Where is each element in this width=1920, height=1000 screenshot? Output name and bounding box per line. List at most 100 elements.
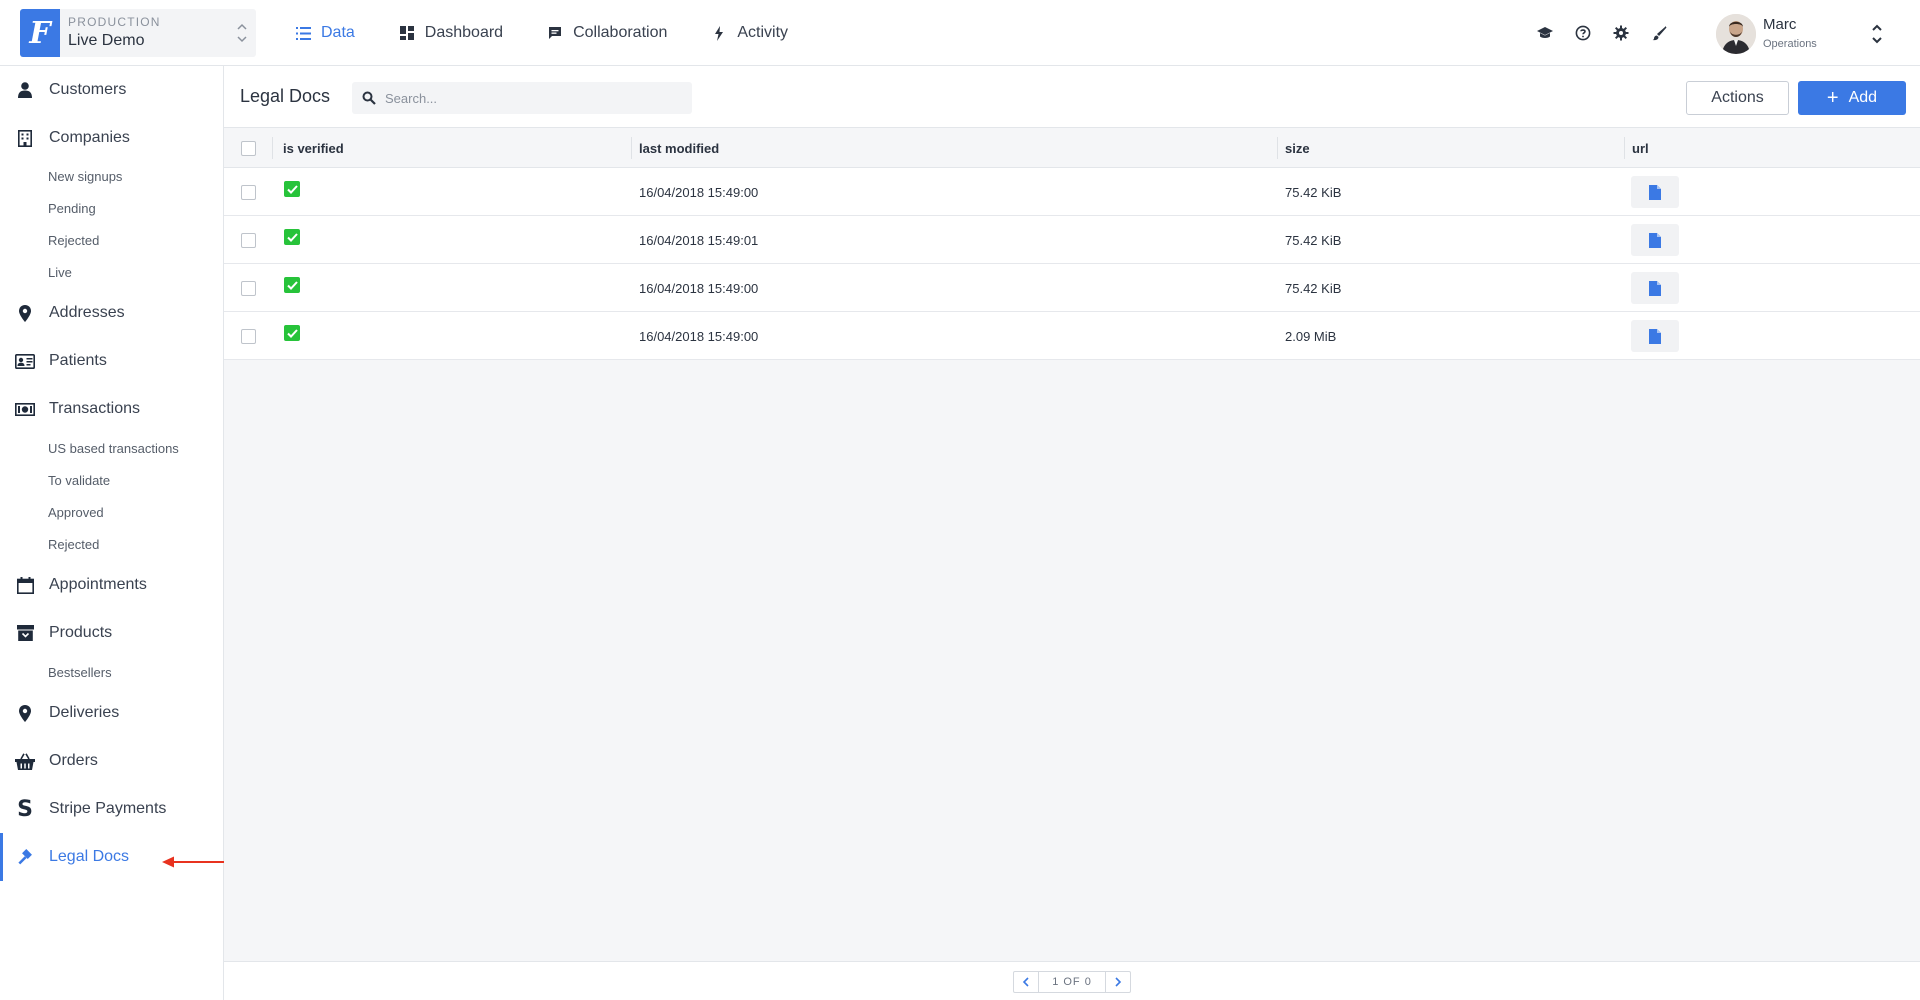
select-all-checkbox[interactable] xyxy=(241,140,256,156)
last-modified-cell: 16/04/2018 15:49:00 xyxy=(639,184,759,200)
next-page-button[interactable] xyxy=(1106,972,1130,992)
main-nav: Data Dashboard Collaboration Activity xyxy=(295,0,832,66)
file-link-button[interactable] xyxy=(1631,224,1679,256)
graduation-cap-icon[interactable] xyxy=(1535,23,1555,43)
column-divider xyxy=(272,137,273,159)
sidebar-subitem-approved[interactable]: Approved xyxy=(48,501,104,523)
size-cell: 2.09 MiB xyxy=(1285,328,1337,344)
file-link-button[interactable] xyxy=(1631,272,1679,304)
dashboard-icon xyxy=(399,25,415,41)
brush-icon[interactable] xyxy=(1649,23,1669,43)
nav-collaboration[interactable]: Collaboration xyxy=(547,0,667,66)
pagination-bar: 1 OF 0 xyxy=(224,961,1920,1000)
sidebar-item-orders[interactable]: Orders xyxy=(0,737,223,785)
chevron-left-icon xyxy=(1022,977,1029,987)
sidebar-subitem-rejected[interactable]: Rejected xyxy=(48,229,99,251)
sidebar-subitem-new-signups[interactable]: New signups xyxy=(48,165,122,187)
add-button[interactable]: + Add xyxy=(1798,81,1906,115)
url-cell xyxy=(1631,312,1679,360)
sidebar-item-label: Products xyxy=(49,624,113,641)
file-link-button[interactable] xyxy=(1631,320,1679,352)
is-verified-cell xyxy=(284,264,300,312)
sidebar-item-deliveries[interactable]: Deliveries xyxy=(0,689,223,737)
sidebar-item-transactions[interactable]: Transactions xyxy=(0,385,223,433)
column-header-last-modified[interactable]: last modified xyxy=(639,128,719,168)
checkmark-icon xyxy=(284,325,300,341)
table-row[interactable]: 16/04/2018 15:49:01 75.42 KiB xyxy=(224,216,1920,264)
page-title: Legal Docs xyxy=(240,86,331,106)
stripe-icon: S xyxy=(15,799,35,819)
document-icon xyxy=(1649,232,1661,248)
row-checkbox[interactable] xyxy=(241,280,256,296)
select-all-cell xyxy=(241,128,256,168)
sidebar-item-stripe-payments[interactable]: S Stripe Payments xyxy=(0,785,223,833)
page-indicator: 1 OF 0 xyxy=(1038,972,1106,992)
user-menu[interactable]: Marc Operations xyxy=(1716,12,1906,56)
row-checkbox[interactable] xyxy=(241,232,256,248)
search-input[interactable] xyxy=(385,82,685,114)
sidebar-item-customers[interactable]: Customers xyxy=(0,66,223,114)
plus-icon: + xyxy=(1826,87,1839,109)
nav-activity-label: Activity xyxy=(737,24,789,41)
document-icon xyxy=(1649,328,1661,344)
sidebar-item-label: Patients xyxy=(49,352,107,369)
calendar-icon xyxy=(15,575,35,595)
previous-page-button[interactable] xyxy=(1014,972,1038,992)
row-checkbox[interactable] xyxy=(241,328,256,344)
document-icon xyxy=(1649,184,1661,200)
sidebar-subitem-live[interactable]: Live xyxy=(48,261,72,283)
column-header-is-verified[interactable]: is verified xyxy=(283,128,344,168)
help-icon[interactable] xyxy=(1573,23,1593,43)
sidebar-item-label: Orders xyxy=(49,752,98,769)
user-role: Operations xyxy=(1763,38,1817,50)
row-checkbox[interactable] xyxy=(241,184,256,200)
sidebar-subitem-rejected[interactable]: Rejected xyxy=(48,533,99,555)
nav-data-label: Data xyxy=(321,24,355,41)
svg-text:S: S xyxy=(17,799,33,819)
map-pin-icon xyxy=(15,703,35,723)
chevron-up-down-icon xyxy=(237,23,247,43)
building-icon xyxy=(15,128,35,148)
checkmark-icon xyxy=(284,277,300,293)
sidebar-item-appointments[interactable]: Appointments xyxy=(0,561,223,609)
sidebar-subitem-pending[interactable]: Pending xyxy=(48,197,96,219)
table-row[interactable]: 16/04/2018 15:49:00 2.09 MiB xyxy=(224,312,1920,360)
file-link-button[interactable] xyxy=(1631,176,1679,208)
column-header-url[interactable]: url xyxy=(1632,128,1649,168)
nav-activity[interactable]: Activity xyxy=(711,0,788,66)
column-header-size[interactable]: size xyxy=(1285,128,1310,168)
is-verified-cell xyxy=(284,216,300,264)
size-cell: 75.42 KiB xyxy=(1285,280,1342,296)
nav-data[interactable]: Data xyxy=(295,0,355,66)
column-divider xyxy=(631,137,632,159)
table-row[interactable]: 16/04/2018 15:49:00 75.42 KiB xyxy=(224,168,1920,216)
sidebar-item-addresses[interactable]: Addresses xyxy=(0,289,223,337)
row-select-cell xyxy=(241,312,256,360)
project-name: Live Demo xyxy=(68,32,145,49)
sidebar-item-label: Transactions xyxy=(49,400,140,417)
document-icon xyxy=(1649,280,1661,296)
sidebar-item-patients[interactable]: Patients xyxy=(0,337,223,385)
project-switcher[interactable]: F PRODUCTION Live Demo xyxy=(20,9,256,57)
sidebar-item-label: Customers xyxy=(49,81,127,98)
app-logo: F xyxy=(20,9,60,57)
nav-dashboard[interactable]: Dashboard xyxy=(399,0,503,66)
sidebar-subitem-us-based-transactions[interactable]: US based transactions xyxy=(48,437,179,459)
url-cell xyxy=(1631,264,1679,312)
archive-icon xyxy=(15,623,35,643)
sidebar-subitem-to-validate[interactable]: To validate xyxy=(48,469,110,491)
records-table: is verified last modified size url 16/04… xyxy=(224,128,1920,360)
list-icon xyxy=(295,25,311,41)
gear-icon[interactable] xyxy=(1611,23,1631,43)
sidebar-item-label: Stripe Payments xyxy=(49,800,167,817)
sidebar-item-companies[interactable]: Companies xyxy=(0,114,223,162)
table-row[interactable]: 16/04/2018 15:49:00 75.42 KiB xyxy=(224,264,1920,312)
sidebar-subitem-bestsellers[interactable]: Bestsellers xyxy=(48,661,112,683)
sidebar-item-label: Deliveries xyxy=(49,704,120,721)
sidebar-item-label: Companies xyxy=(49,129,130,146)
actions-button[interactable]: Actions xyxy=(1686,81,1789,115)
sidebar-item-label: Appointments xyxy=(49,576,147,593)
chevron-up-down-icon xyxy=(1872,24,1882,44)
sidebar-item-products[interactable]: Products xyxy=(0,609,223,657)
pagination: 1 OF 0 xyxy=(1013,971,1131,993)
